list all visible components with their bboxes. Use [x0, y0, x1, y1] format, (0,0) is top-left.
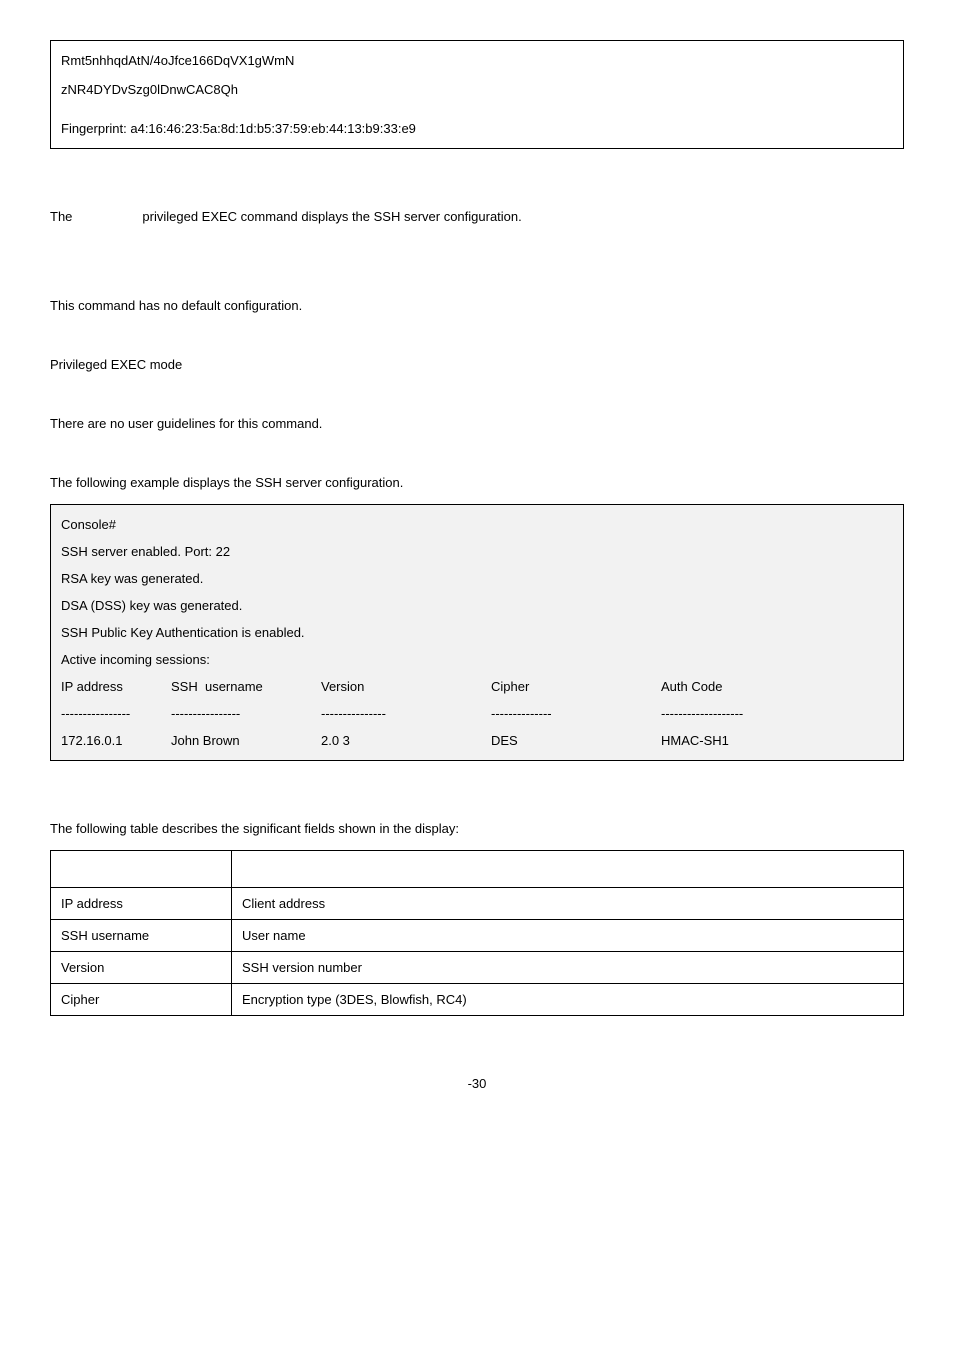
- example-header-row: IP address SSH username Version Cipher A…: [61, 679, 893, 694]
- code-block-key: Rmt5nhhqdAtN/4oJfce166DqVX1gWmN zNR4DYDv…: [50, 40, 904, 149]
- guidelines-text: There are no user guidelines for this co…: [50, 416, 904, 431]
- code-line: zNR4DYDvSzg0lDnwCAC8Qh: [61, 82, 893, 97]
- table-header-row: [51, 851, 904, 888]
- header-description: [232, 851, 904, 888]
- username-label: username: [205, 679, 263, 694]
- cell-ip: 172.16.0.1: [61, 733, 171, 748]
- dash: ----------------: [61, 706, 171, 721]
- cell-auth: HMAC-SH1: [661, 733, 893, 748]
- col-ip-header: IP address: [61, 679, 171, 694]
- cell-version: 2.0 3: [321, 733, 491, 748]
- ssh-label: SSH: [171, 679, 198, 694]
- command-mode-text: Privileged EXEC mode: [50, 357, 904, 372]
- field-name: Cipher: [51, 984, 232, 1016]
- example-data-row: 172.16.0.1 John Brown 2.0 3 DES HMAC-SH1: [61, 733, 893, 748]
- console-prompt: Console#: [61, 517, 893, 532]
- intro-prefix: The: [50, 209, 72, 224]
- table-intro-text: The following table describes the signif…: [50, 821, 904, 836]
- col-version-header: Version: [321, 679, 491, 694]
- dash: -------------------: [661, 706, 893, 721]
- example-line: SSH server enabled. Port: 22: [61, 544, 893, 559]
- code-line: Rmt5nhhqdAtN/4oJfce166DqVX1gWmN: [61, 53, 893, 68]
- fields-description-table: IP address Client address SSH username U…: [50, 850, 904, 1016]
- example-output-box: Console# SSH server enabled. Port: 22 RS…: [50, 504, 904, 761]
- default-config-text: This command has no default configuratio…: [50, 298, 904, 313]
- cell-user: John Brown: [171, 733, 321, 748]
- dash: ----------------: [171, 706, 321, 721]
- field-name: SSH username: [51, 920, 232, 952]
- field-desc: User name: [232, 920, 904, 952]
- intro-rest: privileged EXEC command displays the SSH…: [142, 209, 521, 224]
- code-line: Fingerprint: a4:16:46:23:5a:8d:1d:b5:37:…: [61, 121, 893, 136]
- cell-cipher: DES: [491, 733, 661, 748]
- field-desc: Client address: [232, 888, 904, 920]
- page-number: -30: [50, 1076, 904, 1091]
- col-ssh-user-header: SSH username: [171, 679, 321, 694]
- table-row: Version SSH version number: [51, 952, 904, 984]
- header-field: [51, 851, 232, 888]
- field-name: IP address: [51, 888, 232, 920]
- col-cipher-header: Cipher: [491, 679, 661, 694]
- example-line: Active incoming sessions:: [61, 652, 893, 667]
- example-line: RSA key was generated.: [61, 571, 893, 586]
- table-row: SSH username User name: [51, 920, 904, 952]
- dash: ---------------: [321, 706, 491, 721]
- table-row: IP address Client address: [51, 888, 904, 920]
- example-intro-text: The following example displays the SSH s…: [50, 475, 904, 490]
- field-desc: Encryption type (3DES, Blowfish, RC4): [232, 984, 904, 1016]
- field-name: Version: [51, 952, 232, 984]
- dash: --------------: [491, 706, 661, 721]
- field-desc: SSH version number: [232, 952, 904, 984]
- col-auth-header: Auth Code: [661, 679, 893, 694]
- example-line: DSA (DSS) key was generated.: [61, 598, 893, 613]
- table-row: Cipher Encryption type (3DES, Blowfish, …: [51, 984, 904, 1016]
- example-dash-row: ---------------- ---------------- ------…: [61, 706, 893, 721]
- intro-paragraph: The privileged EXEC command displays the …: [50, 209, 904, 224]
- example-line: SSH Public Key Authentication is enabled…: [61, 625, 893, 640]
